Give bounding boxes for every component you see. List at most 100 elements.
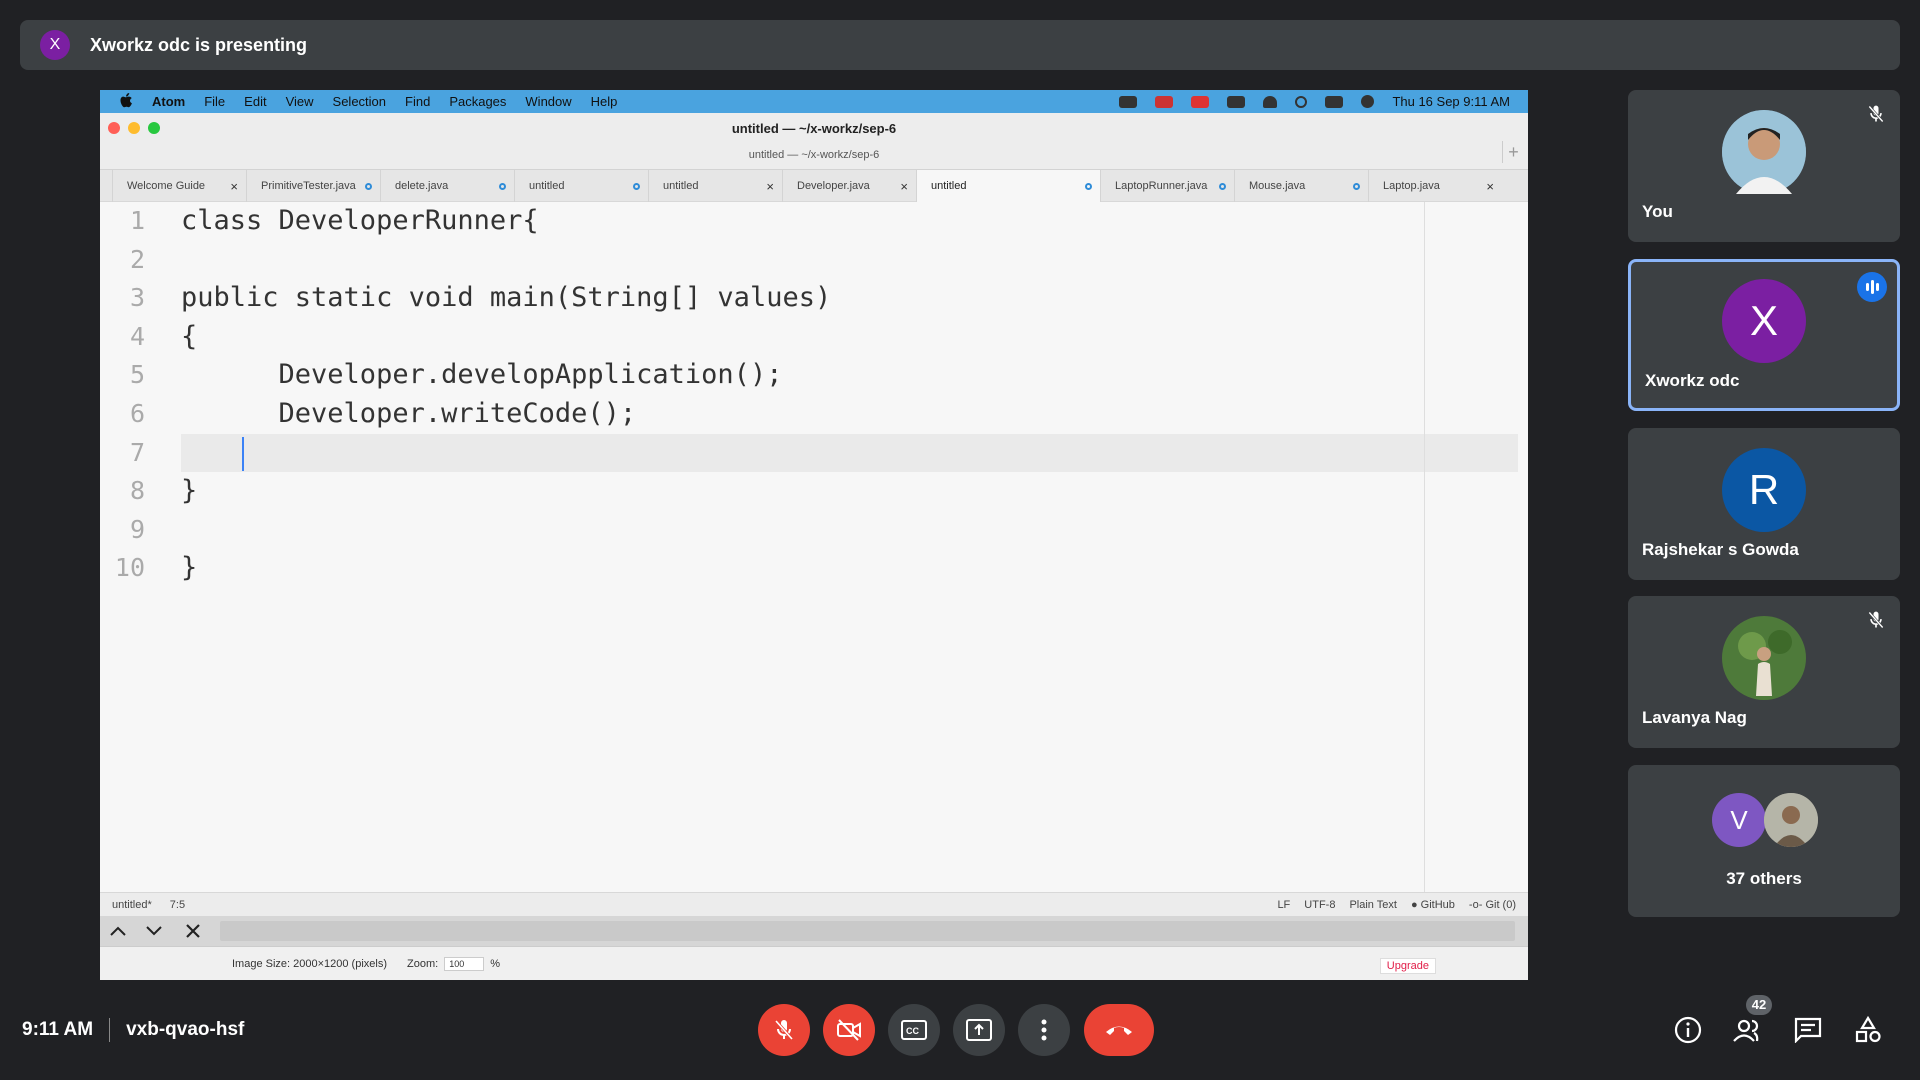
leave-call-button[interactable] <box>1084 1004 1154 1056</box>
clock[interactable]: Thu 16 Sep 9:11 AM <box>1392 94 1510 109</box>
code-line[interactable]: } <box>181 549 1528 588</box>
code-line[interactable] <box>181 511 1528 550</box>
participant-tile-xworkz[interactable]: X Xworkz odc <box>1628 259 1900 411</box>
code-line[interactable]: class DeveloperRunner{ <box>181 202 1528 241</box>
code-line[interactable]: { <box>181 318 1528 357</box>
upgrade-button[interactable]: Upgrade <box>1379 958 1436 974</box>
close-icon[interactable]: × <box>766 179 774 194</box>
tab-untitled-1[interactable]: untitled <box>514 170 648 202</box>
zoom-input[interactable]: 100 <box>444 956 485 971</box>
siri-icon[interactable] <box>1361 95 1375 108</box>
tab-untitled-active[interactable]: untitled <box>916 170 1100 202</box>
search-icon[interactable] <box>1295 95 1308 108</box>
people-button[interactable] <box>1732 1014 1764 1046</box>
code-line[interactable]: Developer.developApplication(); <box>181 356 1528 395</box>
find-bar <box>100 916 1528 946</box>
presenting-banner: X Xworkz odc is presenting <box>20 20 1900 70</box>
modified-dot-icon[interactable] <box>1353 182 1360 190</box>
menu-packages[interactable]: Packages <box>449 94 506 109</box>
activities-icon <box>1855 1016 1881 1043</box>
chevron-down-icon[interactable] <box>146 926 162 936</box>
status-git[interactable]: -o- Git (0) <box>1469 899 1516 911</box>
participant-name: Lavanya Nag <box>1642 708 1747 727</box>
tab-developer-java[interactable]: Developer.java × <box>782 170 916 202</box>
menu-selection[interactable]: Selection <box>333 94 386 109</box>
battery-icon[interactable] <box>1227 95 1246 108</box>
mac-menubar: Atom File Edit View Selection Find Packa… <box>100 90 1528 113</box>
menu-file[interactable]: File <box>204 94 225 109</box>
more-options-button[interactable] <box>1018 1004 1070 1056</box>
wifi-icon[interactable] <box>1263 95 1278 108</box>
code-lines[interactable]: class DeveloperRunner{ public static voi… <box>181 202 1528 588</box>
tab-label: Developer.java <box>797 180 870 192</box>
present-icon <box>966 1019 992 1041</box>
chevron-up-icon[interactable] <box>110 926 126 936</box>
tab-welcome-guide[interactable]: Welcome Guide × <box>112 170 246 202</box>
control-center-icon[interactable] <box>1325 95 1344 108</box>
find-field[interactable] <box>220 921 1515 941</box>
mic-toggle-button[interactable] <box>758 1004 810 1056</box>
modified-dot-icon[interactable] <box>499 182 506 190</box>
close-icon[interactable]: × <box>230 179 238 194</box>
modified-dot-icon[interactable] <box>633 182 640 190</box>
code-line[interactable]: Developer.writeCode(); <box>181 395 1528 434</box>
avatar: R <box>1722 448 1806 532</box>
shared-screen: Atom File Edit View Selection Find Packa… <box>100 90 1528 980</box>
close-icon[interactable]: × <box>900 179 908 194</box>
code-line[interactable] <box>181 241 1528 280</box>
chat-button[interactable] <box>1792 1014 1824 1046</box>
activities-button[interactable] <box>1852 1014 1884 1046</box>
close-icon[interactable] <box>186 924 200 938</box>
apple-icon[interactable] <box>120 92 133 111</box>
status-position[interactable]: 7:5 <box>170 899 185 911</box>
tab-laptop-runner[interactable]: LaptopRunner.java <box>1100 170 1234 202</box>
menu-help[interactable]: Help <box>591 94 618 109</box>
participant-name: You <box>1642 202 1673 221</box>
text-cursor <box>242 437 244 471</box>
tab-laptop-java[interactable]: Laptop.java × <box>1368 170 1502 202</box>
new-tab-button[interactable]: + <box>1502 141 1524 163</box>
meeting-details-button[interactable] <box>1672 1014 1704 1046</box>
captions-button[interactable]: CC <box>888 1004 940 1056</box>
recording-icon[interactable] <box>1191 95 1210 108</box>
participant-tile-rajshekar[interactable]: R Rajshekar s Gowda <box>1628 428 1900 580</box>
others-count: 37 others <box>1726 869 1802 888</box>
status-grammar[interactable]: Plain Text <box>1349 899 1397 911</box>
tab-untitled-2[interactable]: untitled × <box>648 170 782 202</box>
github-label: GitHub <box>1420 898 1455 911</box>
tab-delete-java[interactable]: delete.java <box>380 170 514 202</box>
menu-atom[interactable]: Atom <box>152 94 185 109</box>
code-editor[interactable]: 1 2 3 4 5 6 7 8 9 10 class DeveloperRunn… <box>100 202 1528 892</box>
menu-view[interactable]: View <box>286 94 314 109</box>
camera-toggle-button[interactable] <box>823 1004 875 1056</box>
status-github[interactable]: ● GitHub <box>1411 899 1455 911</box>
status-line-ending[interactable]: LF <box>1277 899 1290 911</box>
code-line[interactable]: public static void main(String[] values) <box>181 279 1528 318</box>
modified-dot-icon[interactable] <box>1085 182 1092 190</box>
tab-label: LaptopRunner.java <box>1115 180 1208 192</box>
window-titlebar: untitled — ~/x-workz/sep-6 untitled — ~/… <box>100 113 1528 170</box>
status-bar: untitled* 7:5 LF UTF-8 Plain Text ● GitH… <box>100 892 1528 916</box>
cloud-icon[interactable] <box>1119 95 1138 108</box>
participant-tile-you[interactable]: You <box>1628 90 1900 242</box>
code-line[interactable]: } <box>181 472 1528 511</box>
menu-find[interactable]: Find <box>405 94 430 109</box>
menu-window[interactable]: Window <box>525 94 571 109</box>
captions-icon: CC <box>901 1020 927 1040</box>
line-number: 10 <box>114 553 145 583</box>
menu-edit[interactable]: Edit <box>244 94 266 109</box>
status-file[interactable]: untitled* <box>112 899 152 911</box>
close-icon[interactable]: × <box>1486 179 1494 194</box>
status-encoding[interactable]: UTF-8 <box>1304 899 1335 911</box>
flag-icon[interactable] <box>1155 95 1174 108</box>
tab-primitive-tester[interactable]: PrimitiveTester.java <box>246 170 380 202</box>
modified-dot-icon[interactable] <box>1219 182 1226 190</box>
others-tile[interactable]: V 37 others <box>1628 765 1900 917</box>
code-line[interactable] <box>181 434 1528 473</box>
participant-tile-lavanya[interactable]: Lavanya Nag <box>1628 596 1900 748</box>
tab-label: delete.java <box>395 180 449 192</box>
modified-dot-icon[interactable] <box>365 182 372 190</box>
present-now-button[interactable] <box>953 1004 1005 1056</box>
tab-mouse-java[interactable]: Mouse.java <box>1234 170 1368 202</box>
mic-off-icon <box>1868 611 1884 629</box>
